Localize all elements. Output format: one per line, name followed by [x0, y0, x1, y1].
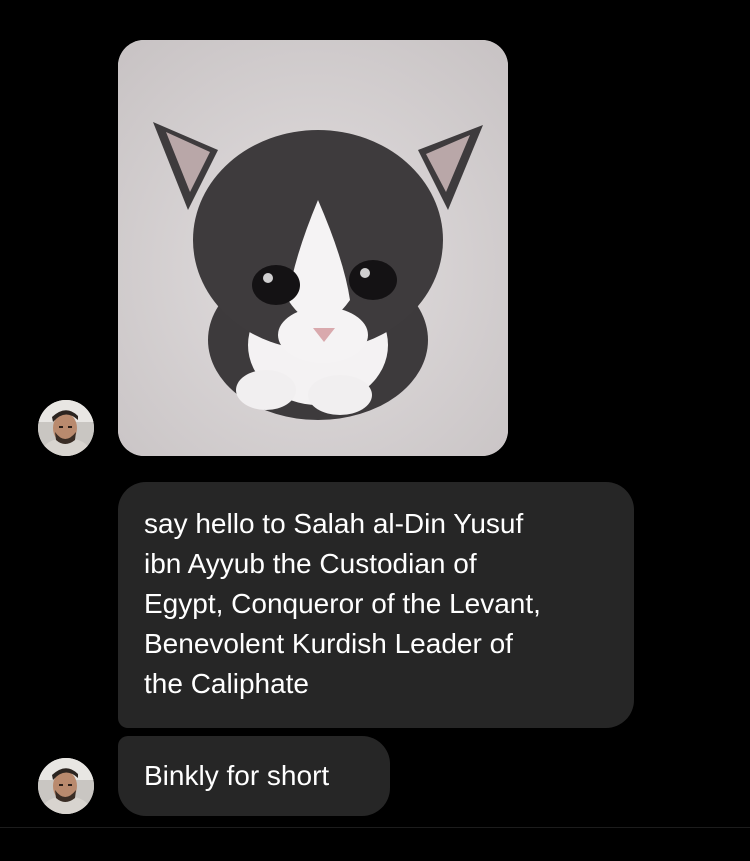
- message-text-line: ibn Ayyub the Custodian of: [144, 548, 477, 579]
- message-text-line: Benevolent Kurdish Leader of: [144, 628, 513, 659]
- sender-avatar[interactable]: [38, 758, 94, 814]
- image-message[interactable]: [118, 40, 508, 456]
- divider: [0, 827, 750, 828]
- kitten-photo: [118, 40, 508, 456]
- avatar-portrait-icon: [38, 758, 94, 814]
- sender-avatar[interactable]: [38, 400, 94, 456]
- message-text-line: say hello to Salah al-Din Yusuf: [144, 508, 524, 539]
- avatar-portrait-icon: [38, 400, 94, 456]
- message-text-line: the Caliphate: [144, 668, 310, 699]
- message-bubble[interactable]: say hello to Salah al-Din Yusuf ibn Ayyu…: [118, 482, 634, 728]
- message-text-line: Egypt, Conqueror of the Levant,: [144, 588, 541, 619]
- message-text-line: Binkly for short: [144, 760, 330, 791]
- message-bubble[interactable]: Binkly for short: [118, 736, 390, 816]
- chat-thread: say hello to Salah al-Din Yusuf ibn Ayyu…: [0, 0, 750, 861]
